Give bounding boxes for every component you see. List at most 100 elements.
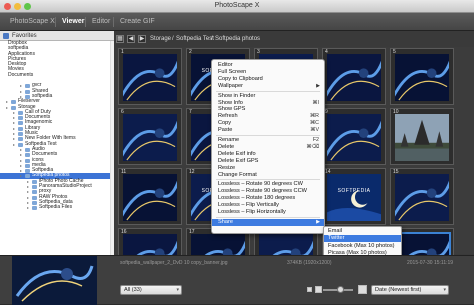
path-crumb-softpedia-test[interactable]: Softpedia Test [176,35,214,43]
chevron-down-icon: ▾ [443,287,446,293]
context-menu-item[interactable]: Refresh [218,113,238,120]
tab-editor[interactable]: Editor [92,18,110,25]
thumbnail-image[interactable] [395,114,449,161]
medium-thumb-icon[interactable] [315,286,322,293]
context-menu-item[interactable]: Delete Exif GPS [218,158,258,165]
sort-select[interactable]: Date (Newest first) ▾ [371,285,449,295]
menu-separator [216,90,320,92]
menu-item-label: Refresh [218,113,238,120]
submenu-arrow-icon: ▶ [316,82,320,89]
thumbnail-cell[interactable]: 15 [390,168,454,225]
thumbnail-cell[interactable]: 14 SOFTPEDIA [322,168,386,225]
status-datetime: 2015-07-30 15:11:19 [407,260,454,266]
context-menu-item[interactable]: Full Screen [218,69,246,76]
title-bar: PhotoScape X [0,0,474,13]
menu-item-label: Show GPS [218,106,246,113]
forward-icon[interactable]: ▶ [138,35,146,43]
menu-shortcut: ⌘⌫ [306,143,319,150]
thumbnail-cell[interactable]: 4 [322,48,386,105]
context-menu-item[interactable]: Lossless – Flip Vertically [218,202,279,209]
tab-bar: PhotoScape X Viewer Editor Create GIF [0,13,474,31]
chevron-down-icon: ▾ [176,287,179,293]
context-menu-item[interactable]: Delete Exif info [218,151,256,158]
tab-create-gif[interactable]: Create GIF [120,18,155,25]
thumbnail-cell[interactable]: 11 [118,168,182,225]
disclosure-triangle-icon[interactable]: ▸ [27,205,29,210]
share-menu-item[interactable]: Twitter [324,235,401,243]
thumbnail-image[interactable] [395,54,449,101]
back-icon[interactable]: ◀ [127,35,135,43]
favorites-icon [3,33,9,39]
small-thumb-icon[interactable] [307,287,312,292]
menu-item-label: Lossless – Rotate 90 degrees CCW [218,188,307,195]
share-menu-item[interactable]: Facebook (Max 10 photos) [328,243,395,250]
path-crumb-storage[interactable]: Storage [150,35,171,43]
path-separator: / [211,36,213,42]
thumbnail-cell[interactable]: 5 [390,48,454,105]
bottom-bar: softpedia_wallpaper_2_DvD 10 copy_banner… [0,255,474,305]
menu-item-label: Full Screen [218,68,247,75]
context-menu-item[interactable]: Change Format [218,172,257,179]
path-crumb-softpedia-photos[interactable]: Softpedia photos [215,35,260,43]
thumbnail-image[interactable] [327,114,381,161]
menu-separator [216,216,320,218]
context-menu-item[interactable]: Copy to Clipboard [218,76,263,83]
menu-item-label: Delete Exif info [218,150,256,157]
menu-separator [216,179,320,181]
sidebar-item[interactable]: ▸ Softpedia Files [0,204,114,211]
context-menu-item[interactable]: Editor [218,62,233,69]
context-menu-item[interactable]: Lossless – Rotate 90 degrees CCW [218,188,307,195]
thumbnail-cell[interactable]: 10 [390,108,454,165]
share-menu-item[interactable]: Email [328,228,342,235]
thumbnail-image[interactable] [123,174,177,221]
thumbnail-cell[interactable]: 9 [322,108,386,165]
context-menu-item[interactable]: Show GPS [218,106,245,113]
tab-separator [85,17,86,27]
tab-photoscape-x[interactable]: PhotoScape X [10,18,55,25]
thumbnail-image[interactable] [395,174,449,221]
thumbnail-image[interactable] [123,54,177,101]
menu-item-label: Delete [218,143,235,150]
thumbnail-cell[interactable]: 1 [118,48,182,105]
thumbnail-image[interactable] [327,54,381,101]
path-separator: / [172,36,174,42]
tab-separator [55,17,56,27]
menu-item-label: Wallpaper [218,82,243,89]
folder-icon [32,206,37,211]
context-menu-item[interactable]: Show in Finder [218,93,255,100]
context-menu-item[interactable]: Resize [218,165,235,172]
zoom-slider-knob[interactable] [337,286,344,293]
menu-item-label: Email [328,228,342,234]
context-menu-item[interactable]: Copy [218,120,231,127]
filter-select[interactable]: All (33) ▾ [120,285,182,295]
thumbnail-image[interactable] [123,114,177,161]
context-menu-item[interactable]: Lossless – Flip Horizontally [218,209,286,216]
tab-viewer[interactable]: Viewer [62,18,84,25]
menu-item-label: Copy to Clipboard [218,75,263,82]
context-menu-item[interactable]: Lossless – Rotate 180 degrees [218,195,295,202]
menu-shortcut: F2 [312,137,319,143]
menu-item-label: Lossless – Flip Vertically [218,202,279,209]
context-menu: Editor Full Screen Copy to Clipboard Wallpa… [211,59,325,234]
menu-item-label: Change Format [218,171,257,178]
folder-tree: Dropbox softpedia Applications Pictures Desk… [0,40,114,211]
menu-item-label: Show Info [218,99,243,106]
menu-item-label: Show in Finder [218,92,256,99]
menu-separator [216,135,320,136]
thumbnail-image[interactable]: SOFTPEDIA [327,174,381,221]
context-menu-item[interactable]: Share [212,218,324,226]
context-menu-item[interactable]: Rename [218,137,239,144]
grid-view-icon[interactable]: ▦ [116,35,124,43]
sidebar-scrollbar[interactable] [110,41,114,255]
context-menu-item[interactable]: Delete [218,144,234,151]
context-menu-item[interactable]: Paste [218,127,232,134]
large-thumb-icon[interactable] [358,285,367,294]
context-menu-item[interactable]: Show Info [218,100,243,107]
thumbnail-cell[interactable]: 6 [118,108,182,165]
menu-item-label: Rename [218,137,240,143]
path-bar: ▦ ◀ ▶ Storage / Softpedia Test / Softped… [116,34,466,45]
context-menu-item[interactable]: Wallpaper [218,83,243,90]
app-window: PhotoScape X PhotoScape X Viewer Editor … [0,0,474,305]
context-menu-item[interactable]: Lossless – Rotate 90 degrees CW [218,181,303,188]
menu-item-label: Twitter [328,235,345,242]
